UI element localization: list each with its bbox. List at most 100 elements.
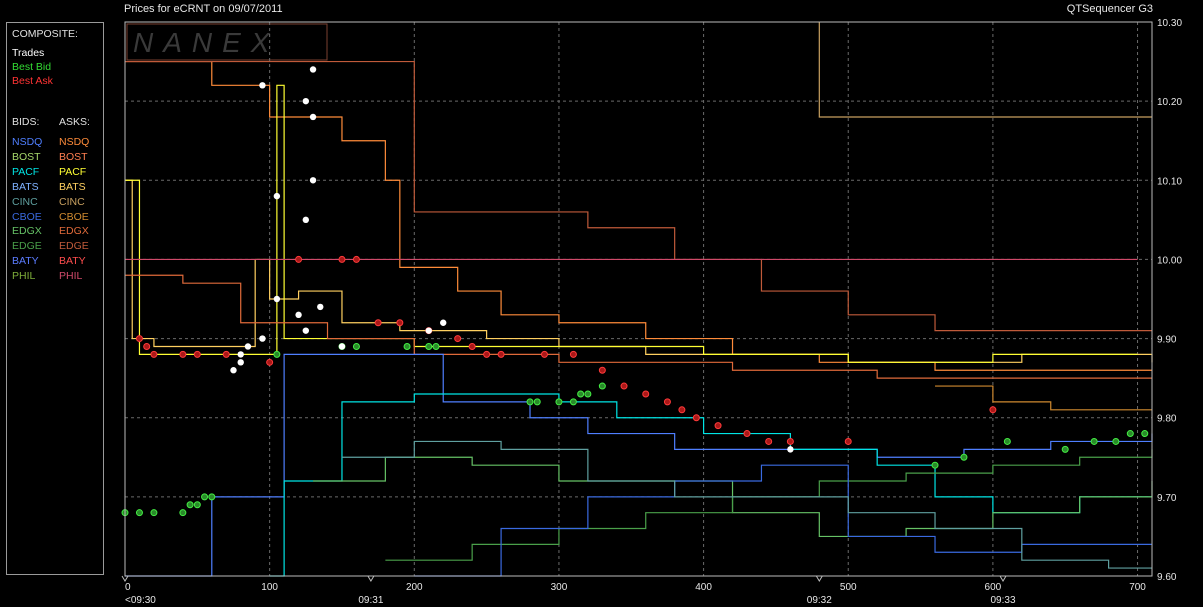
- watermark-group: NANEX: [126, 23, 328, 61]
- best-bid-point: [526, 398, 534, 406]
- y-tick-label: 10.20: [1157, 97, 1182, 108]
- best-bid-point: [1141, 430, 1149, 438]
- best-bid-point: [960, 453, 968, 461]
- exchange-quote-line: [935, 385, 1152, 411]
- best-ask-point: [678, 406, 686, 414]
- best-bid-point: [150, 509, 158, 517]
- y-tick-label: 9.80: [1157, 414, 1177, 425]
- best-bid-point: [201, 493, 209, 501]
- best-ask-point: [295, 255, 303, 263]
- y-tick-label: 10.10: [1157, 176, 1182, 187]
- best-bid-point: [584, 390, 592, 398]
- best-ask-point: [765, 437, 773, 445]
- best-ask-point: [989, 406, 997, 414]
- trade-point: [273, 192, 281, 200]
- best-bid-point: [352, 342, 360, 350]
- best-bid-point: [931, 461, 939, 469]
- trade-point: [237, 359, 244, 366]
- time-marker: [367, 575, 375, 582]
- trade-point: [440, 319, 447, 326]
- x-time-label: <09:30: [125, 595, 156, 606]
- x-time-label: 09:33: [990, 595, 1015, 606]
- best-ask-point: [692, 414, 700, 422]
- trade-point: [309, 66, 317, 73]
- x-tick-label: 200: [406, 582, 423, 593]
- trade-point: [309, 113, 317, 121]
- trade-point: [259, 335, 266, 342]
- best-ask-point: [663, 398, 671, 406]
- best-ask-point: [540, 350, 548, 358]
- best-ask-point: [620, 382, 628, 390]
- best-ask-point: [193, 350, 201, 358]
- trade-point: [244, 343, 252, 350]
- axes-group: 10.30 10.20 10.10 10.00 9.90 9.80 9.70 9.60 0 100…: [121, 18, 1182, 606]
- best-ask-point: [497, 350, 505, 358]
- x-tick-label: 400: [695, 582, 712, 593]
- best-ask-point: [454, 335, 462, 343]
- best-ask-point: [569, 350, 577, 358]
- x-time-label: 09:32: [807, 595, 832, 606]
- best-ask-point: [338, 255, 346, 263]
- time-marker: [121, 575, 129, 582]
- best-ask-point: [222, 350, 230, 358]
- trade-point: [425, 327, 432, 334]
- exchange-quote-line: [125, 60, 1152, 371]
- best-ask-point: [396, 319, 404, 327]
- exchange-quote-line: [341, 440, 1152, 569]
- trade-point: [787, 446, 794, 453]
- trade-point: [302, 97, 310, 105]
- trade-point: [317, 303, 324, 311]
- exchange-quote-line: [125, 84, 1138, 363]
- marks-group: [121, 66, 1149, 517]
- best-ask-point: [786, 437, 794, 445]
- y-tick-label: 9.70: [1157, 493, 1177, 504]
- best-ask-point: [352, 255, 360, 263]
- best-bid-point: [425, 342, 433, 350]
- best-bid-point: [432, 342, 440, 350]
- exchange-quote-line: [414, 464, 1152, 577]
- x-tick-label: 100: [261, 582, 278, 593]
- best-bid-point: [569, 398, 577, 406]
- y-tick-label: 10.30: [1157, 18, 1182, 29]
- watermark-text: NANEX: [133, 27, 279, 58]
- trade-point: [237, 351, 244, 358]
- best-bid-point: [1126, 430, 1134, 438]
- trade-point: [302, 216, 310, 224]
- best-ask-point: [135, 335, 143, 343]
- y-tick-label: 10.00: [1157, 255, 1182, 266]
- best-bid-point: [598, 382, 606, 390]
- best-ask-point: [179, 350, 187, 358]
- y-tick-label: 9.60: [1157, 572, 1177, 583]
- best-ask-point: [483, 350, 491, 358]
- y-tick-label: 9.90: [1157, 335, 1177, 346]
- best-ask-point: [642, 390, 650, 398]
- trade-point: [295, 311, 302, 319]
- x-tick-label: 700: [1129, 582, 1146, 593]
- trade-point: [338, 343, 346, 350]
- best-ask-point: [143, 342, 151, 350]
- trade-point: [273, 295, 281, 303]
- x-tick-label: 500: [840, 582, 857, 593]
- exchange-quote-line: [818, 22, 1152, 118]
- trade-point: [230, 367, 237, 374]
- best-bid-point: [1003, 437, 1011, 445]
- best-bid-point: [273, 350, 281, 358]
- time-marker: [815, 575, 823, 582]
- trade-point: [259, 82, 266, 89]
- x-time-label: 09:31: [358, 595, 383, 606]
- best-bid-point: [533, 398, 541, 406]
- time-marker: [999, 575, 1007, 582]
- x-tick-label: 0: [125, 582, 131, 593]
- best-ask-point: [266, 358, 274, 366]
- exchange-quote-line: [125, 179, 1153, 363]
- best-bid-point: [193, 501, 201, 509]
- trade-point: [302, 327, 310, 334]
- price-chart: NANEX 10.30 10.20 10.10 10.00 9.90 9.80 9.70 9.…: [121, 18, 1182, 606]
- best-bid-point: [1112, 437, 1120, 445]
- best-ask-point: [150, 350, 158, 358]
- trade-point: [309, 177, 317, 184]
- x-tick-label: 600: [985, 582, 1002, 593]
- best-bid-point: [135, 509, 143, 517]
- best-ask-point: [374, 319, 382, 327]
- best-bid-point: [186, 501, 194, 509]
